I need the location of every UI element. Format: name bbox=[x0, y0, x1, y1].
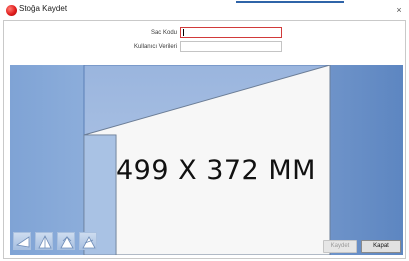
tool-button-2[interactable] bbox=[35, 232, 53, 250]
close-button[interactable]: Kapat bbox=[361, 240, 401, 253]
stock-save-dialog: Stoğa Kaydet × Sac Kodu Kullanıcı Verile… bbox=[0, 0, 409, 261]
triangle-left-icon bbox=[15, 236, 30, 248]
save-button[interactable]: Kaydet bbox=[323, 240, 357, 253]
window-title: Stoğa Kaydet bbox=[19, 4, 68, 13]
triangle-bend-icon bbox=[60, 236, 74, 249]
sheet-dimensions: 499 X 372 MM bbox=[116, 155, 316, 186]
sheet-preview: 499 X 372 MM bbox=[10, 65, 403, 255]
kullanici-verileri-label: Kullanıcı Verileri bbox=[133, 44, 177, 50]
text-caret bbox=[183, 29, 184, 36]
preview-background-right bbox=[330, 65, 403, 255]
tool-button-1[interactable] bbox=[13, 232, 31, 250]
kullanici-verileri-input[interactable] bbox=[180, 41, 282, 52]
app-icon bbox=[6, 5, 17, 16]
close-window-button[interactable]: × bbox=[392, 3, 406, 17]
title-accent-line bbox=[236, 1, 344, 3]
triangle-up-icon bbox=[38, 235, 52, 249]
tool-button-4[interactable] bbox=[79, 232, 97, 250]
title-bar: Stoğa Kaydet × bbox=[0, 0, 409, 20]
triangle-cut-icon bbox=[82, 236, 96, 249]
sac-kodu-label: Sac Kodu bbox=[150, 30, 177, 36]
tool-button-3[interactable] bbox=[57, 232, 75, 250]
sac-kodu-input[interactable] bbox=[180, 27, 282, 38]
